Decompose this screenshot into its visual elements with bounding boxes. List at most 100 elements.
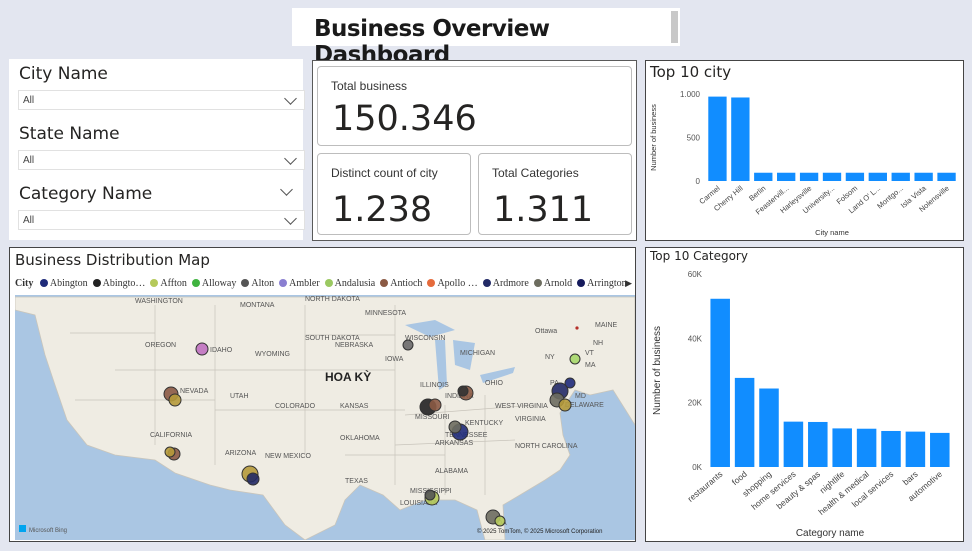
- bar: [856, 428, 877, 467]
- y-tick-label: 0: [696, 177, 701, 186]
- x-axis-label: Category name: [796, 528, 865, 539]
- legend-item[interactable]: Abington: [39, 278, 88, 289]
- legend-item-label: Andalusia: [334, 278, 376, 289]
- map-place-label: ILLINOIS: [420, 382, 449, 389]
- y-tick-label: 60K: [688, 270, 703, 279]
- map-provider: Microsoft Bing: [29, 528, 67, 534]
- map-place-label: OHIO: [485, 380, 503, 387]
- map-place-label: NORTH DAKOTA: [305, 296, 360, 303]
- legend-item[interactable]: Andalusia: [324, 278, 376, 289]
- legend-item[interactable]: Ardmore: [482, 278, 529, 289]
- x-tick-label: bars: [901, 469, 920, 487]
- legend-item[interactable]: Apollo …: [427, 278, 478, 289]
- top-city-chart-panel[interactable]: Top 10 city 0 500 1.000 Carmel Cherry Hill Be…: [645, 60, 964, 241]
- map-legend: City Abington Abingto… Affton Alloway Alton A…: [15, 278, 632, 289]
- category-filter-label: Category Name: [19, 184, 153, 204]
- legend-dot-icon: [92, 279, 101, 287]
- kpi-distinct-city-label: Distinct count of city: [331, 166, 438, 180]
- legend-item[interactable]: Abingto…: [92, 278, 146, 289]
- map-bubble: [246, 472, 260, 486]
- map-place-label: MISSOURI: [415, 414, 450, 421]
- legend-dot-icon: [380, 279, 389, 287]
- map-place-label: KENTUCKY: [465, 420, 503, 427]
- map-bubble: [428, 398, 442, 412]
- bar: [845, 172, 865, 181]
- legend-item[interactable]: Antioch: [380, 278, 422, 289]
- y-axis-label: Number of business: [649, 104, 658, 171]
- map-place-label: ARIZONA: [225, 450, 256, 457]
- map-title: Business Distribution Map: [15, 251, 210, 269]
- bar: [731, 97, 750, 181]
- legend-dot-icon: [427, 279, 436, 287]
- legend-item[interactable]: Affton: [150, 278, 187, 289]
- country-label: HOA KỲ: [325, 369, 371, 384]
- map-place-label: VIRGINIA: [515, 416, 546, 423]
- map-place-label: KANSAS: [340, 403, 369, 410]
- kpi-distinct-city-card: Distinct count of city 1.238: [317, 153, 471, 235]
- category-filter-value: All: [23, 215, 35, 226]
- kpi-distinct-city-value: 1.238: [332, 190, 433, 230]
- legend-item-label: Abington: [49, 278, 88, 289]
- category-filter-expand-icon[interactable]: [280, 183, 293, 196]
- ottawa-marker-icon: [575, 326, 579, 330]
- map-place-label: VT: [585, 350, 595, 357]
- map-place-label: NORTH CAROLINA: [515, 443, 578, 450]
- legend-dot-icon: [241, 279, 250, 287]
- map-bubble: [195, 342, 209, 356]
- map-bubble: [494, 515, 506, 527]
- legend-item[interactable]: Ambler: [279, 278, 320, 289]
- legend-item[interactable]: Arrington: [577, 278, 627, 289]
- city-filter-label: City Name: [19, 64, 108, 84]
- category-filter-dropdown[interactable]: All: [18, 210, 305, 230]
- bar: [832, 428, 852, 467]
- map-place-label: SOUTH DAKOTA: [305, 335, 360, 342]
- bar: [891, 172, 910, 181]
- legend-item-label: Arnold: [543, 278, 573, 289]
- legend-label: City: [15, 278, 34, 289]
- x-tick-label: restaurants: [685, 469, 724, 504]
- legend-item-label: Abingto…: [102, 278, 146, 289]
- bar: [799, 172, 819, 181]
- legend-dot-icon: [324, 279, 333, 287]
- legend-next-arrow-icon[interactable]: ▶: [625, 278, 632, 289]
- map-place-label: OKLAHOMA: [340, 435, 380, 442]
- map-place-label: IOWA: [385, 356, 404, 363]
- legend-item-label: Alloway: [201, 278, 237, 289]
- map-place-label: MONTANA: [240, 302, 275, 309]
- map-place-label: TEXAS: [345, 478, 368, 485]
- bar: [822, 172, 842, 181]
- bar: [783, 421, 804, 467]
- chevron-down-icon: [284, 152, 297, 165]
- map-canvas[interactable]: WASHINGTON MONTANA NORTH DAKOTA MINNESOTA SO…: [15, 295, 635, 540]
- map-attribution: © 2025 TomTom, © 2025 Microsoft Corporat…: [477, 528, 602, 535]
- top-category-chart-panel[interactable]: Top 10 Category 0K 20K 40K 60K restaurants fo…: [645, 247, 964, 542]
- bar: [754, 172, 773, 181]
- map-bubble: [402, 339, 414, 351]
- legend-item-label: Affton: [160, 278, 187, 289]
- legend-item-label: Alton: [251, 278, 275, 289]
- legend-dot-icon: [482, 279, 491, 287]
- map-place-label: NEW MEXICO: [265, 453, 311, 460]
- map-bubble: [457, 385, 469, 397]
- map-place-label: MD: [575, 393, 586, 400]
- y-tick-label: 500: [687, 134, 701, 143]
- bar: [930, 432, 950, 467]
- bar: [759, 388, 779, 467]
- map-place-label: ALABAMA: [435, 468, 468, 475]
- legend-item[interactable]: Alloway: [191, 278, 237, 289]
- x-axis-label: City name: [815, 228, 849, 237]
- city-filter-dropdown[interactable]: All: [18, 90, 305, 110]
- legend-dot-icon: [533, 279, 542, 287]
- state-filter-value: All: [23, 155, 35, 166]
- legend-item[interactable]: Arnold: [533, 278, 573, 289]
- state-filter-label: State Name: [19, 124, 120, 144]
- legend-dot-icon: [39, 279, 48, 287]
- map-place-label: NEVADA: [180, 388, 209, 395]
- legend-item[interactable]: Alton: [241, 278, 274, 289]
- map-bubble: [564, 377, 576, 389]
- map-place-label: ARKANSAS: [435, 440, 473, 447]
- bar: [868, 172, 887, 181]
- map-place-label: WYOMING: [255, 351, 290, 358]
- bar: [937, 172, 956, 181]
- state-filter-dropdown[interactable]: All: [18, 150, 305, 170]
